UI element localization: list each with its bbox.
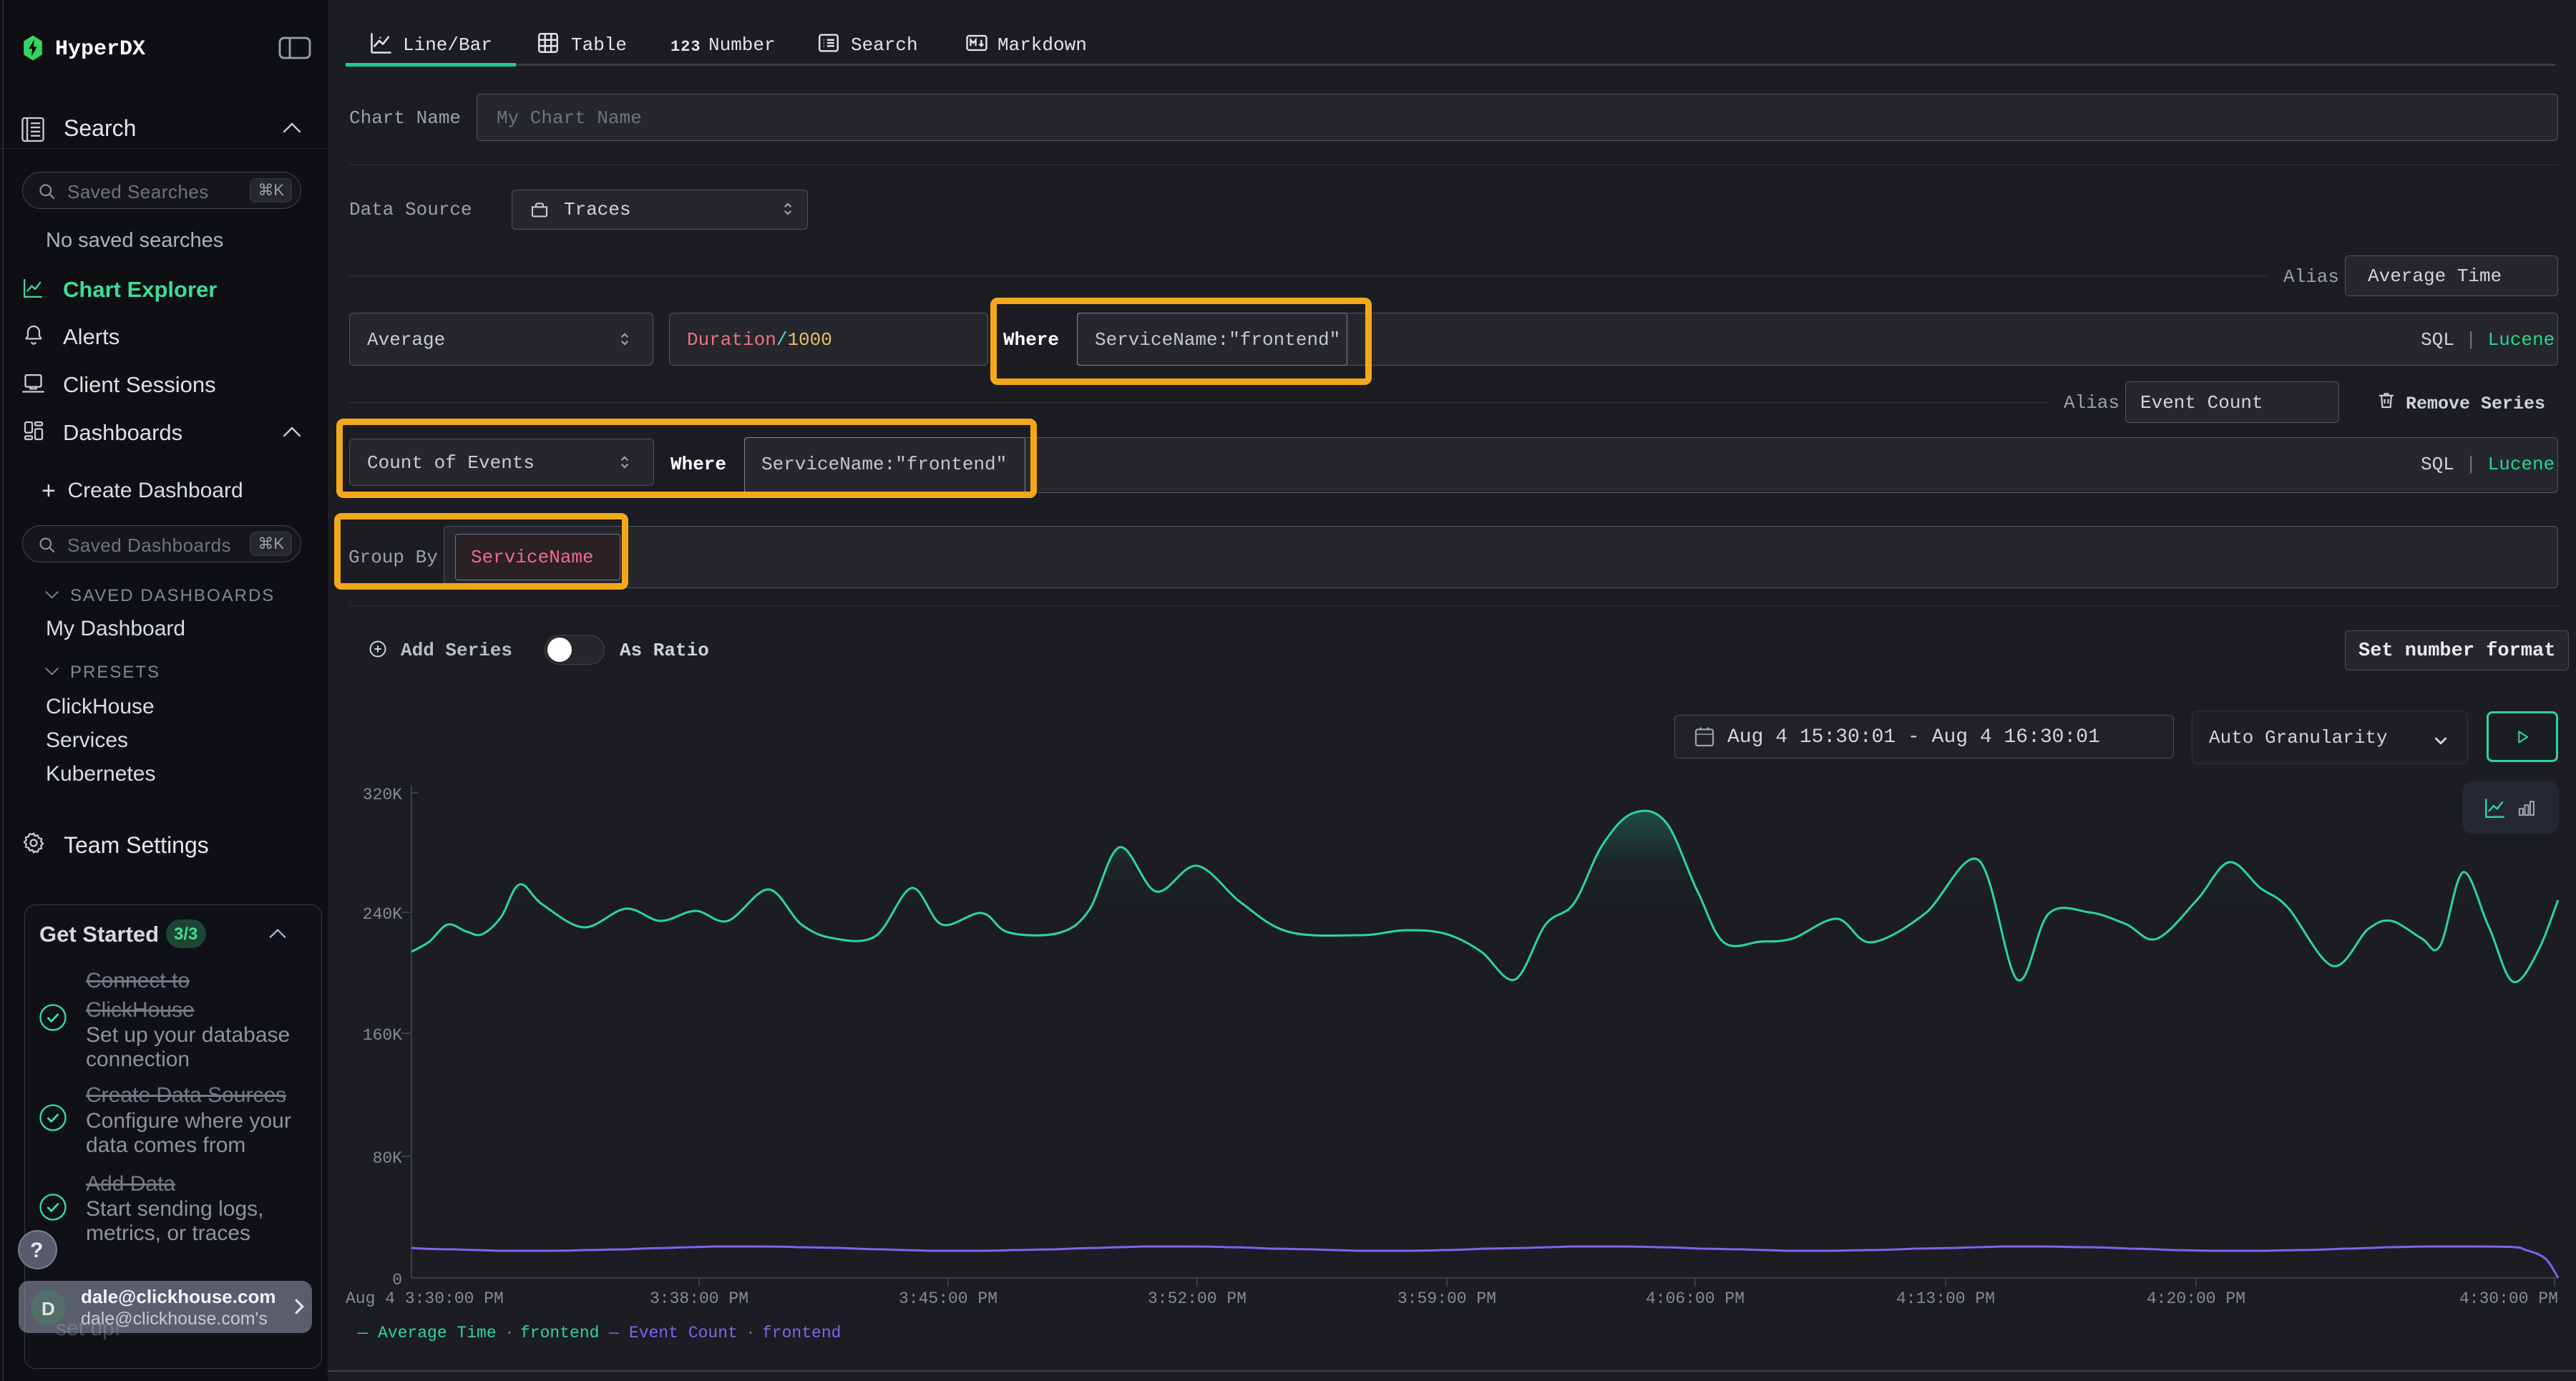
svg-text:4:06:00 PM: 4:06:00 PM: [1646, 1289, 1745, 1308]
svg-text:3:38:00 PM: 3:38:00 PM: [650, 1289, 748, 1308]
svg-text:0: 0: [392, 1271, 402, 1289]
svg-text:Aug 4 3:30:00 PM: Aug 4 3:30:00 PM: [346, 1289, 504, 1308]
svg-text:Event Count: Event Count: [629, 1324, 738, 1342]
svg-text:·: ·: [504, 1324, 514, 1342]
svg-text:3:52:00 PM: 3:52:00 PM: [1148, 1289, 1246, 1308]
svg-text:3:45:00 PM: 3:45:00 PM: [899, 1289, 997, 1308]
svg-text:frontend: frontend: [762, 1324, 841, 1342]
svg-text:4:20:00 PM: 4:20:00 PM: [2147, 1289, 2245, 1308]
svg-text:240K: 240K: [363, 905, 402, 924]
svg-text:3:59:00 PM: 3:59:00 PM: [1397, 1289, 1496, 1308]
svg-text:Average Time: Average Time: [378, 1324, 497, 1342]
svg-text:—: —: [608, 1324, 619, 1342]
svg-text:4:13:00 PM: 4:13:00 PM: [1896, 1289, 1995, 1308]
svg-text:frontend: frontend: [520, 1324, 599, 1342]
svg-text:320K: 320K: [363, 786, 402, 804]
svg-text:—: —: [357, 1324, 368, 1342]
svg-text:80K: 80K: [373, 1149, 403, 1168]
svg-text:160K: 160K: [363, 1026, 402, 1045]
svg-text:4:30:00 PM: 4:30:00 PM: [2459, 1289, 2558, 1308]
svg-text:·: ·: [746, 1324, 756, 1342]
